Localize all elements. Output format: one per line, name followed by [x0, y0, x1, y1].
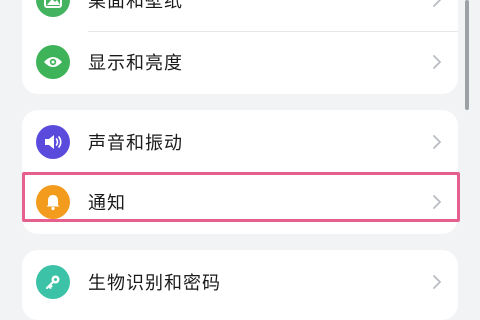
settings-item-wallpaper[interactable]: 桌面和壁纸 [22, 0, 458, 30]
settings-group-display: 桌面和壁纸 显示和亮度 [22, 0, 458, 94]
chevron-right-icon [430, 275, 444, 289]
settings-item-biometrics[interactable]: 生物识别和密码 [22, 252, 458, 312]
speaker-icon [36, 125, 70, 159]
chevron-right-icon [430, 55, 444, 69]
eye-icon [36, 45, 70, 79]
chevron-right-icon [430, 0, 444, 7]
settings-item-notifications[interactable]: 通知 [22, 172, 458, 232]
settings-item-display[interactable]: 显示和亮度 [22, 32, 458, 92]
settings-group-sound: 声音和振动 通知 [22, 110, 458, 234]
chevron-right-icon [430, 195, 444, 209]
wallpaper-icon [36, 0, 70, 17]
bell-icon [36, 185, 70, 219]
settings-item-label: 显示和亮度 [88, 53, 183, 74]
settings-item-sound[interactable]: 声音和振动 [22, 112, 458, 172]
settings-item-label: 生物识别和密码 [88, 273, 221, 294]
settings-item-label: 桌面和壁纸 [88, 0, 183, 12]
chevron-right-icon [430, 135, 444, 149]
settings-item-label: 声音和振动 [88, 133, 183, 154]
key-icon [36, 265, 70, 299]
settings-item-label: 通知 [88, 193, 126, 214]
scrollbar[interactable] [465, 0, 469, 110]
settings-group-security: 生物识别和密码 [22, 250, 458, 320]
